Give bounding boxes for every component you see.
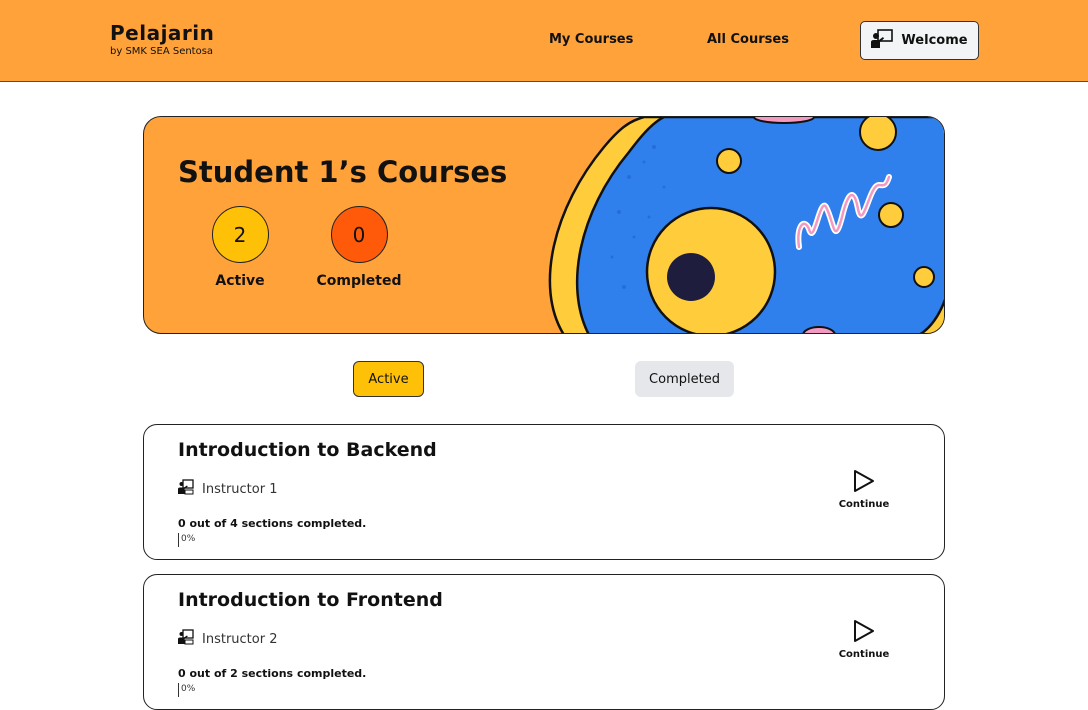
play-icon: [852, 470, 876, 497]
instructor-name: Instructor 2: [202, 631, 278, 647]
courses-banner: Student 1’s Courses 2 Active 0 Completed: [143, 116, 945, 334]
continue-label: Continue: [838, 499, 890, 510]
brand-logo[interactable]: Pelajarin by SMK SEA Sentosa: [110, 22, 214, 57]
top-navbar: Pelajarin by SMK SEA Sentosa My Courses …: [0, 0, 1088, 82]
completed-count-badge: 0: [330, 206, 388, 263]
progress-fill: [178, 533, 179, 547]
brand-subtitle: by SMK SEA Sentosa: [110, 46, 214, 57]
active-stat-label: Active: [215, 273, 265, 289]
tab-completed[interactable]: Completed: [635, 361, 734, 397]
banner-title: Student 1’s Courses: [178, 155, 508, 189]
course-card[interactable]: Introduction to Frontend Instructor 2 0 …: [143, 574, 945, 710]
cell-illustration: [548, 117, 944, 333]
progress-bar: 0%: [178, 533, 378, 547]
instructor-icon: [178, 479, 194, 499]
play-icon: [852, 620, 876, 647]
course-instructor: Instructor 1: [178, 479, 277, 499]
progress-text: 0 out of 2 sections completed.: [178, 667, 367, 680]
active-stat: 2 Active: [210, 206, 270, 289]
progress-text: 0 out of 4 sections completed.: [178, 517, 367, 530]
nav-my-courses[interactable]: My Courses: [549, 32, 633, 47]
instructor-icon: [178, 629, 194, 649]
course-title: Introduction to Backend: [178, 439, 437, 461]
completed-stat: 0 Completed: [314, 206, 404, 289]
course-instructor: Instructor 2: [178, 629, 277, 649]
progress-percent: 0%: [181, 534, 196, 544]
welcome-button[interactable]: Welcome: [860, 21, 979, 60]
course-card[interactable]: Introduction to Backend Instructor 1 0 o…: [143, 424, 945, 560]
continue-label: Continue: [838, 649, 890, 660]
progress-percent: 0%: [181, 684, 196, 694]
progress-fill: [178, 683, 179, 697]
completed-stat-label: Completed: [316, 273, 402, 289]
active-count-badge: 2: [211, 206, 269, 263]
course-title: Introduction to Frontend: [178, 589, 443, 611]
continue-button[interactable]: Continue: [834, 469, 894, 510]
progress-bar: 0%: [178, 683, 378, 697]
teacher-icon: [871, 28, 894, 53]
nav-all-courses[interactable]: All Courses: [707, 32, 789, 47]
continue-button[interactable]: Continue: [834, 619, 894, 660]
instructor-name: Instructor 1: [202, 481, 278, 497]
brand-title: Pelajarin: [110, 21, 215, 45]
tab-active[interactable]: Active: [353, 361, 424, 397]
welcome-label: Welcome: [901, 33, 968, 48]
